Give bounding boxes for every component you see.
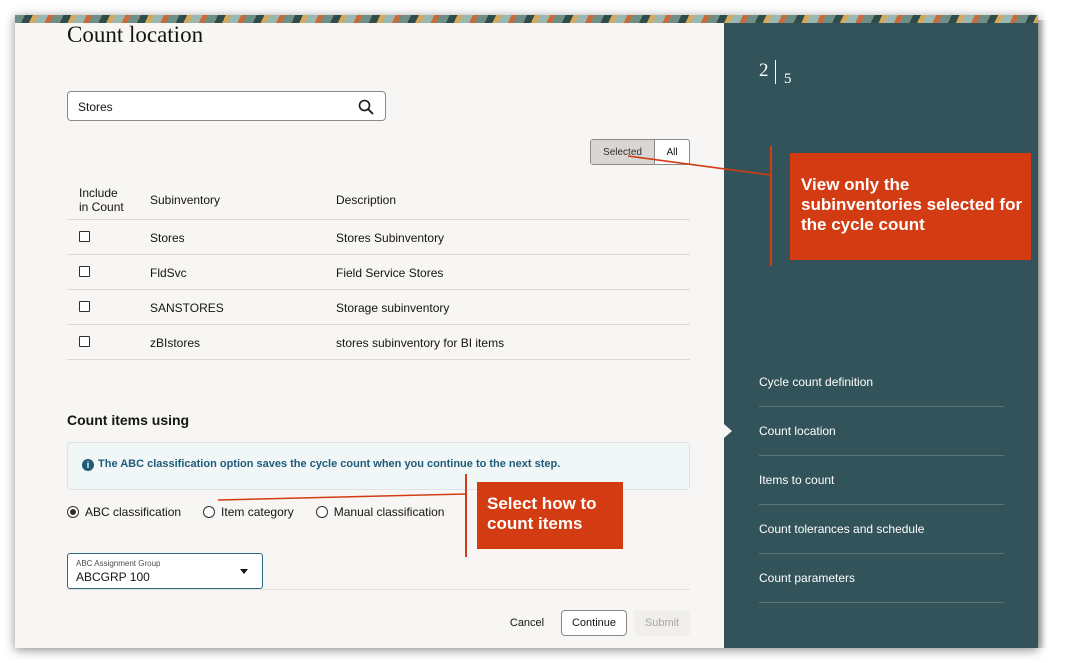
subinventory-cell: Stores bbox=[150, 231, 185, 245]
step-count-location[interactable]: Count location bbox=[759, 407, 1004, 456]
search-input-value[interactable]: Stores bbox=[78, 100, 113, 114]
filter-selected-button[interactable]: Selected bbox=[591, 140, 655, 164]
table-header: Include in Count Subinventory Descriptio… bbox=[67, 178, 690, 220]
count-method-radio-group: ABC classification Item category Manual … bbox=[67, 505, 466, 519]
radio-manual-classification[interactable]: Manual classification bbox=[315, 505, 445, 519]
include-header-line2: in Count bbox=[79, 200, 124, 214]
chevron-down-icon[interactable] bbox=[240, 569, 248, 574]
include-checkbox[interactable] bbox=[79, 301, 90, 312]
callout-view-selected: View only the subinventories selected fo… bbox=[790, 153, 1031, 260]
select-value[interactable]: ABCGRP 100 bbox=[76, 570, 150, 584]
step-items-to-count[interactable]: Items to count bbox=[759, 456, 1004, 505]
radio-button[interactable] bbox=[67, 506, 79, 518]
step-divider bbox=[775, 60, 776, 84]
subinventory-cell: zBIstores bbox=[150, 336, 201, 350]
callout-bracket bbox=[770, 146, 772, 266]
search-icon[interactable] bbox=[357, 98, 375, 116]
step-label: Count parameters bbox=[759, 571, 856, 585]
radio-label: Manual classification bbox=[333, 505, 445, 519]
info-icon: i bbox=[82, 459, 94, 471]
callout-select-how: Select how to count items bbox=[477, 482, 623, 549]
radio-abc-classification[interactable]: ABC classification bbox=[67, 505, 181, 519]
subinventory-column-header: Subinventory bbox=[150, 193, 221, 207]
description-column-header: Description bbox=[336, 193, 397, 207]
description-cell: Storage subinventory bbox=[336, 301, 450, 315]
step-count-parameters[interactable]: Count parameters bbox=[759, 554, 1004, 603]
count-items-heading: Count items using bbox=[67, 412, 190, 428]
active-step-pointer bbox=[724, 424, 732, 438]
description-cell: Field Service Stores bbox=[336, 266, 444, 280]
table-row: FldSvc Field Service Stores bbox=[67, 255, 690, 290]
step-label: Items to count bbox=[759, 473, 835, 487]
step-cycle-count-definition[interactable]: Cycle count definition bbox=[759, 358, 1004, 407]
footer-divider bbox=[67, 589, 690, 590]
include-checkbox[interactable] bbox=[79, 336, 90, 347]
step-label: Count tolerances and schedule bbox=[759, 522, 925, 536]
cancel-button[interactable]: Cancel bbox=[505, 611, 549, 635]
filter-all-button[interactable]: All bbox=[655, 140, 689, 164]
total-steps-number: 5 bbox=[784, 71, 792, 87]
window-shadow bbox=[1038, 20, 1046, 648]
step-count-tolerances-and-schedule[interactable]: Count tolerances and schedule bbox=[759, 505, 1004, 554]
continue-button[interactable]: Continue bbox=[561, 610, 627, 636]
step-label: Count location bbox=[759, 424, 836, 438]
select-label: ABC Assignment Group bbox=[76, 559, 161, 568]
include-checkbox[interactable] bbox=[79, 266, 90, 277]
radio-button[interactable] bbox=[203, 506, 216, 518]
subinventory-table: Include in Count Subinventory Descriptio… bbox=[67, 178, 690, 360]
step-label: Cycle count definition bbox=[759, 375, 874, 389]
table-row: zBIstores stores subinventory for BI ite… bbox=[67, 325, 690, 360]
radio-label: Item category bbox=[221, 505, 294, 519]
step-navigation: Cycle count definition Count location It… bbox=[759, 358, 1004, 603]
radio-button[interactable] bbox=[315, 506, 328, 518]
search-input[interactable]: Stores bbox=[67, 91, 386, 121]
radio-item-category[interactable]: Item category bbox=[203, 505, 294, 519]
include-header-line1: Include bbox=[79, 186, 118, 200]
current-step-number: 2 bbox=[759, 60, 769, 81]
table-row: Stores Stores Subinventory bbox=[67, 220, 690, 255]
include-column-header: Include in Count bbox=[79, 186, 124, 214]
subinventory-cell: FldSvc bbox=[150, 266, 187, 280]
abc-assignment-group-select[interactable]: ABC Assignment Group ABCGRP 100 bbox=[67, 553, 263, 589]
submit-button[interactable]: Submit bbox=[634, 610, 690, 636]
subinventory-cell: SANSTORES bbox=[150, 301, 224, 315]
radio-label: ABC classification bbox=[85, 505, 182, 519]
description-cell: stores subinventory for BI items bbox=[336, 336, 505, 350]
table-row: SANSTORES Storage subinventory bbox=[67, 290, 690, 325]
page-title: Count location bbox=[67, 22, 204, 47]
filter-toggle: Selected All bbox=[590, 139, 690, 165]
info-message: The ABC classification option saves the … bbox=[98, 458, 561, 470]
callout-bracket bbox=[465, 474, 467, 557]
include-checkbox[interactable] bbox=[79, 231, 90, 242]
description-cell: Stores Subinventory bbox=[336, 231, 445, 245]
